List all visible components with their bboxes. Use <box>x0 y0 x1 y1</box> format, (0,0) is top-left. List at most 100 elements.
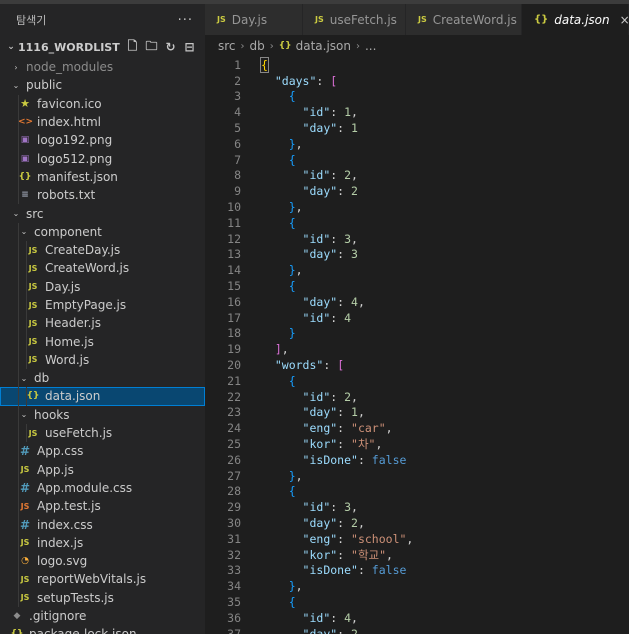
folder-item[interactable]: ⌄ src <box>0 204 205 222</box>
file-item[interactable]: JS index.js <box>0 533 205 553</box>
code-editor[interactable]: 1{2 "days": [3 {4 "id": 1, 5 "day": 16 },… <box>205 57 629 634</box>
code-token: "id" <box>302 231 331 246</box>
collapse-all-icon[interactable]: ⊟ <box>182 40 197 55</box>
ellipsis-icon[interactable]: ··· <box>178 13 193 28</box>
file-item[interactable]: JS setupTests.js <box>0 588 205 607</box>
breadcrumb-item[interactable]: db <box>250 39 265 53</box>
line-number: 20 <box>227 358 241 373</box>
line-number: 19 <box>227 342 241 357</box>
indent-guide <box>18 314 19 333</box>
file-item[interactable]: {} package-lock.json <box>0 625 205 634</box>
folder-item[interactable]: ⌄ public <box>0 76 205 94</box>
code-text: }, <box>261 137 303 151</box>
file-item[interactable]: # App.module.css <box>0 478 205 498</box>
indent-guide <box>18 515 19 534</box>
refresh-icon[interactable]: ↻ <box>163 40 178 55</box>
code-line: 1{ <box>205 57 629 73</box>
file-item[interactable]: JS EmptyPage.js <box>0 295 205 315</box>
indent-guide <box>26 240 27 260</box>
breadcrumb-file[interactable]: data.json <box>296 39 351 53</box>
js-file-icon: JS <box>418 15 427 24</box>
indent-guide <box>26 314 27 333</box>
code-token: "day" <box>302 184 338 199</box>
project-header[interactable]: ⌄ 1116_WORDLIST 🗋 🗀 ↻ ⊟ <box>0 36 205 58</box>
file-item[interactable]: <> index.html <box>0 112 205 132</box>
file-item[interactable]: ▣ logo192.png <box>0 131 205 150</box>
code-line: 23 "day": 1, <box>205 405 629 421</box>
chevron-down-icon: ⌄ <box>20 373 28 383</box>
file-item[interactable]: JS CreateDay.js <box>0 240 205 260</box>
indent-guide <box>18 442 19 461</box>
line-number: 30 <box>227 516 241 530</box>
line-number: 3 <box>234 89 241 104</box>
file-item[interactable]: JS Home.js <box>0 332 205 351</box>
chevron-down-icon: ⌄ <box>20 227 28 237</box>
test-file-icon: JS <box>20 501 30 511</box>
new-folder-icon[interactable]: 🗀 <box>144 39 159 55</box>
tree-item-label: useFetch.js <box>45 426 113 441</box>
folder-item[interactable]: ⌄ hooks <box>0 405 205 424</box>
tree-item-label: App.module.css <box>37 480 133 495</box>
code-line: 19 ], <box>205 341 629 357</box>
js-file-icon: JS <box>28 337 38 347</box>
editor-tab[interactable]: JS CreateWord.js <box>406 4 522 35</box>
code-token: , <box>375 437 383 452</box>
indent-guide <box>18 167 19 187</box>
file-item[interactable]: ≡ robots.txt <box>0 186 205 205</box>
chevron-right-icon: › <box>240 40 245 52</box>
code-text: }, <box>261 469 303 483</box>
file-item[interactable]: ▣ logo512.png <box>0 149 205 168</box>
file-item[interactable]: {} manifest.json <box>0 167 205 187</box>
code-token: , <box>281 342 289 357</box>
new-file-icon[interactable]: 🗋 <box>125 39 140 55</box>
code-token: , <box>357 516 365 530</box>
code-line: 26 "isDone": false <box>205 452 629 468</box>
breadcrumb-item[interactable]: src <box>218 39 236 53</box>
tab-label: useFetch.js <box>329 12 397 27</box>
file-item[interactable]: # App.css <box>0 442 205 461</box>
editor-tab[interactable]: JS Day.js <box>205 4 303 35</box>
code-text: { <box>261 153 296 167</box>
file-item[interactable]: {} data.json <box>0 387 205 406</box>
code-text: "day": 3 <box>261 247 358 261</box>
file-item[interactable]: JS useFetch.js <box>0 423 205 443</box>
code-text: ], <box>261 342 289 356</box>
code-line: 20 "words": [ <box>205 357 629 373</box>
tree-item-label: CreateDay.js <box>45 243 121 258</box>
json-file-icon: {} <box>534 14 549 25</box>
file-item[interactable]: JS Word.js <box>0 350 205 370</box>
file-item[interactable]: JS Day.js <box>0 277 205 296</box>
code-token: 3 <box>351 247 358 262</box>
close-icon[interactable]: × <box>620 13 629 27</box>
folder-item[interactable]: › node_modules <box>0 58 205 76</box>
code-token: , <box>406 531 414 546</box>
file-item[interactable]: JS CreateWord.js <box>0 259 205 278</box>
file-item[interactable]: ★ favicon.ico <box>0 94 205 113</box>
file-item[interactable]: JS App.test.js <box>0 497 205 516</box>
file-item[interactable]: JS App.js <box>0 460 205 479</box>
file-item[interactable]: ◔ logo.svg <box>0 552 205 571</box>
folder-item[interactable]: ⌄ component <box>0 222 205 241</box>
folder-item[interactable]: ⌄ db <box>0 369 205 388</box>
line-number: 25 <box>227 437 241 452</box>
file-item[interactable]: JS Header.js <box>0 314 205 333</box>
code-line: 34 }, <box>205 578 629 594</box>
js-file-icon: JS <box>20 538 30 548</box>
code-token: } <box>288 579 296 594</box>
tab-label: data.json <box>554 12 610 27</box>
code-token: : <box>330 105 345 120</box>
breadcrumb-symbols[interactable]: ... <box>365 39 376 53</box>
json-file-icon: {} <box>10 629 24 634</box>
editor-tab[interactable]: {} data.json × <box>522 4 629 35</box>
file-item[interactable]: # index.css <box>0 515 205 534</box>
editor-tab[interactable]: JS useFetch.js <box>303 4 406 35</box>
code-line: 18 } <box>205 326 629 342</box>
file-item[interactable]: ◆ .gitignore <box>0 607 205 625</box>
code-token: : <box>330 310 345 325</box>
file-item[interactable]: JS reportWebVitals.js <box>0 570 205 589</box>
